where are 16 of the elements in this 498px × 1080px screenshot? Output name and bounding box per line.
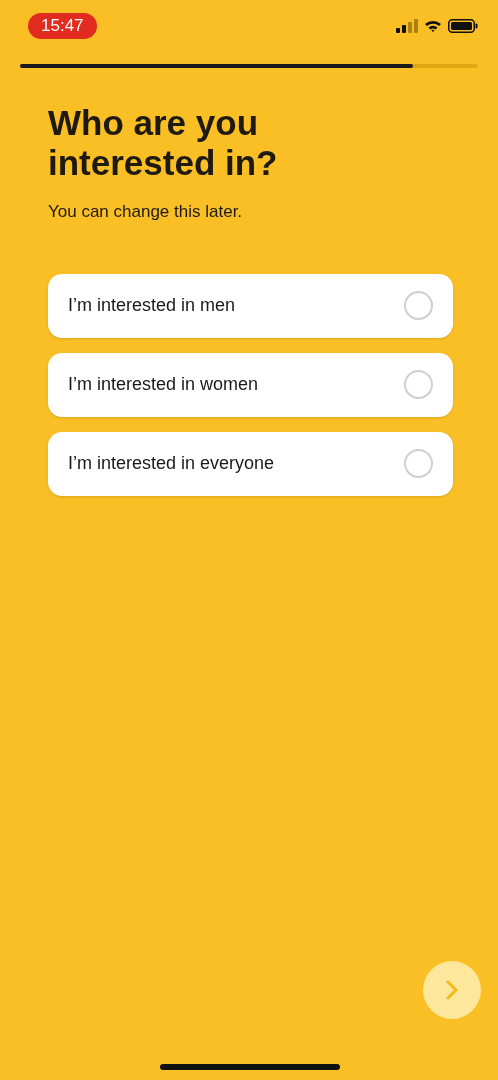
status-time: 15:47 <box>28 13 97 39</box>
option-label: I’m interested in everyone <box>68 452 275 475</box>
radio-button[interactable] <box>404 291 433 320</box>
option-label: I’m interested in men <box>68 294 236 317</box>
option-card[interactable]: I’m interested in men <box>48 273 453 338</box>
radio-button[interactable] <box>404 370 433 399</box>
option-card[interactable]: I’m interested in women <box>48 352 453 417</box>
radio-button[interactable] <box>404 449 433 478</box>
page-title: Who are you interested in? <box>48 103 279 183</box>
option-card[interactable]: I’m interested in everyone <box>48 431 453 496</box>
subtitle: You can change this later. <box>48 201 244 223</box>
signal-icon <box>396 19 418 33</box>
option-label: I’m interested in women <box>68 373 259 396</box>
battery-icon <box>448 19 478 33</box>
chevron-right-icon <box>446 980 458 1000</box>
wifi-icon <box>424 19 442 33</box>
